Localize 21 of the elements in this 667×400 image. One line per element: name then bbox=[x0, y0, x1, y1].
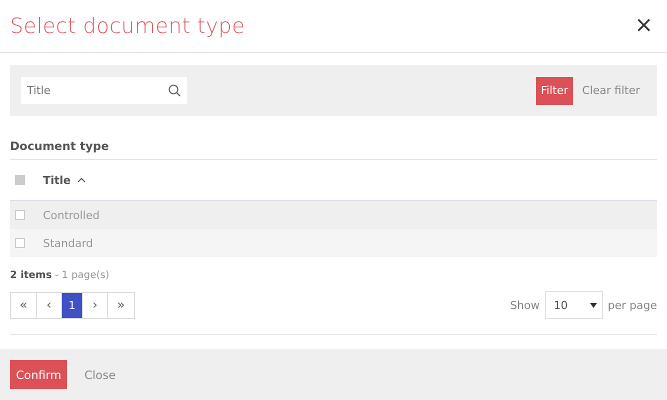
table-cell: Controlled bbox=[43, 208, 100, 222]
show-label: Show bbox=[510, 298, 540, 312]
search-icon bbox=[168, 84, 181, 97]
dialog-title: Select document type bbox=[10, 14, 246, 38]
section-title: Document type bbox=[10, 139, 110, 153]
page-button[interactable]: 1 bbox=[62, 292, 83, 318]
search-field[interactable]: Title bbox=[21, 77, 187, 104]
close-button[interactable]: × bbox=[632, 15, 655, 37]
row-checkbox[interactable] bbox=[15, 210, 25, 220]
per-page-label: per page bbox=[608, 298, 657, 312]
close-link-button[interactable]: Close bbox=[67, 368, 116, 382]
row-checkbox[interactable] bbox=[15, 238, 25, 248]
filter-button[interactable]: Filter bbox=[536, 76, 574, 104]
sort-up-icon[interactable] bbox=[76, 177, 86, 183]
clear-filter-button[interactable]: Clear filter bbox=[573, 84, 640, 97]
page-size-select[interactable]: 10 bbox=[544, 291, 603, 319]
dropdown-icon bbox=[590, 302, 597, 308]
table-cell: Standard bbox=[43, 236, 94, 250]
column-header[interactable]: Title bbox=[43, 174, 71, 186]
item-count: 2 items - 1 page(s) bbox=[10, 270, 110, 281]
confirm-button[interactable]: Confirm bbox=[10, 360, 68, 389]
